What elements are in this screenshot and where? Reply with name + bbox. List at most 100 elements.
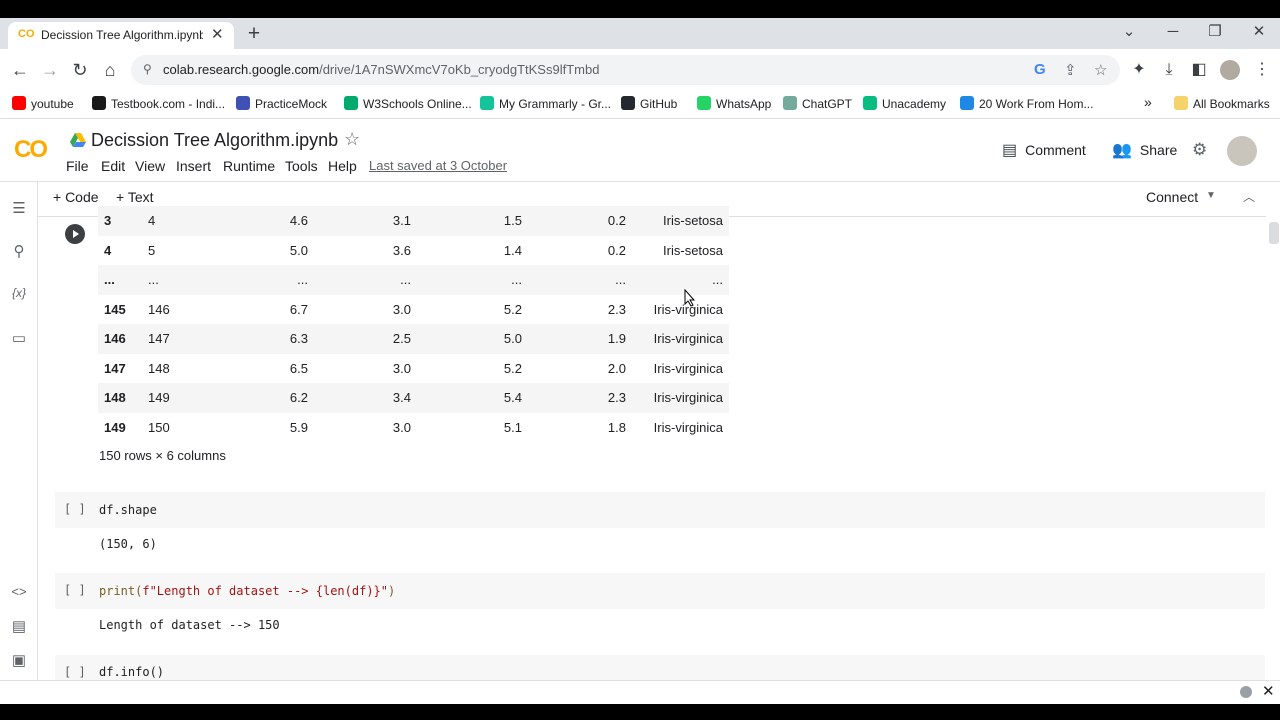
table-row: 4 5 5.0 3.6 1.4 0.2 Iris-setosa — [98, 236, 729, 266]
google-drive-icon[interactable] — [70, 133, 86, 147]
status-close-icon[interactable]: ✕ — [1262, 682, 1275, 700]
table-cell: 146 — [148, 301, 170, 317]
all-bookmarks-folder[interactable]: All Bookmarks — [1174, 95, 1270, 113]
colab-logo[interactable]: CO — [14, 136, 48, 164]
back-arrow-icon[interactable]: ← — [8, 57, 32, 83]
connect-runtime-button[interactable]: Connect — [1146, 189, 1198, 205]
code-snippets-icon[interactable]: <> — [9, 584, 29, 599]
bookmark-item[interactable]: PracticeMock — [236, 95, 327, 113]
add-code-cell-button[interactable]: + Code — [53, 189, 99, 205]
table-cell: 150 — [148, 419, 170, 435]
code-cell[interactable]: [ ] — [55, 492, 1265, 528]
site-info-icon[interactable]: ⚲ — [143, 62, 152, 76]
comment-button[interactable]: ▤ Comment — [1002, 140, 1086, 162]
side-panel-icon[interactable]: ◧ — [1187, 59, 1211, 81]
browser-menu-icon[interactable]: ⋮ — [1250, 59, 1274, 81]
status-bar — [0, 680, 1280, 705]
bookmark-item[interactable]: ChatGPT — [783, 95, 852, 113]
cell-run-bracket[interactable]: [ ] — [64, 502, 86, 516]
user-avatar[interactable] — [1227, 136, 1257, 166]
status-indicator-icon[interactable] — [1240, 686, 1252, 698]
window-close-button[interactable]: ✕ — [1244, 20, 1274, 44]
bookmark-star-icon[interactable]: ☆ — [1094, 61, 1107, 79]
chevron-up-icon[interactable]: ︿ — [1243, 188, 1255, 205]
tab-close-icon[interactable]: ✕ — [211, 25, 224, 43]
row-index: 146 — [98, 324, 148, 354]
bookmarks-bar: youtube Testbook.com - Indi... PracticeMoc… — [0, 91, 1280, 119]
minimize-button[interactable]: ─ — [1158, 20, 1188, 44]
bookmark-item[interactable]: youtube — [12, 95, 74, 113]
share-button[interactable]: 👥 Share — [1112, 140, 1177, 162]
bookmark-item[interactable]: GitHub — [621, 95, 677, 113]
cell-run-bracket[interactable]: [ ] — [64, 583, 86, 597]
menu-edit[interactable]: Edit — [101, 158, 125, 174]
forward-arrow-icon[interactable]: → — [38, 57, 62, 83]
table-cell: 6.3 — [182, 324, 308, 354]
variables-icon[interactable]: {x} — [9, 286, 29, 300]
table-cell: 2.0 — [607, 360, 626, 376]
row-index: 4 — [104, 242, 112, 258]
table-cell: 1.8 — [607, 419, 626, 435]
table-cell: 1.9 — [522, 324, 626, 354]
table-row: 145 146 6.7 3.0 5.2 2.3 Iris-virginica — [98, 295, 729, 325]
table-of-contents-icon[interactable]: ☰ — [9, 199, 29, 217]
row-index: 3 — [98, 206, 148, 236]
address-bar[interactable]: ⚲ colab.research.google.com/drive/1A7nSW… — [131, 55, 1120, 85]
menu-insert[interactable]: Insert — [176, 158, 211, 174]
bookmark-item[interactable]: Testbook.com - Indi... — [92, 95, 225, 113]
terminal-icon[interactable]: ▣ — [9, 651, 29, 669]
star-icon[interactable]: ☆ — [344, 129, 360, 150]
table-cell: 149 — [148, 383, 182, 413]
bookmark-item[interactable]: WhatsApp — [697, 95, 771, 113]
whatsapp-icon — [697, 96, 711, 110]
new-tab-button[interactable]: + — [244, 22, 264, 46]
reload-icon[interactable]: ↻ — [68, 57, 92, 83]
bookmark-item[interactable]: Unacademy — [863, 95, 946, 113]
menu-file[interactable]: File — [66, 158, 89, 174]
table-cell: 5.0 — [289, 242, 308, 258]
share-page-icon[interactable]: ⇪ — [1064, 61, 1077, 79]
command-palette-icon[interactable]: ▤ — [9, 617, 29, 635]
bookmarks-overflow-icon[interactable]: » — [1144, 93, 1152, 111]
files-folder-icon[interactable]: ▭ — [9, 329, 29, 347]
table-cell: 2.3 — [607, 301, 626, 317]
bookmark-item[interactable]: W3Schools Online... — [344, 95, 472, 113]
google-lens-icon[interactable]: G — [1034, 61, 1046, 78]
table-cell: 3.0 — [392, 419, 411, 435]
notebook-title[interactable]: Decission Tree Algorithm.ipynb — [91, 130, 338, 151]
restore-button[interactable]: ❐ — [1200, 20, 1230, 44]
scrollbar-track[interactable] — [1266, 216, 1280, 680]
add-text-cell-button[interactable]: + Text — [116, 189, 154, 205]
scrollbar-thumb[interactable] — [1269, 222, 1279, 244]
menu-view[interactable]: View — [135, 158, 165, 174]
cell-run-bracket[interactable]: [ ] — [64, 665, 86, 679]
last-saved-link[interactable]: Last saved at 3 October — [369, 158, 507, 173]
menu-runtime[interactable]: Runtime — [223, 158, 275, 174]
table-cell: ... — [308, 265, 411, 295]
downloads-icon[interactable]: ⤓ — [1157, 59, 1181, 81]
run-cell-button[interactable] — [65, 224, 85, 244]
bookmark-item[interactable]: My Grammarly - Gr... — [480, 95, 611, 113]
table-cell: 1.4 — [503, 242, 522, 258]
code-line[interactable]: df.shape — [99, 503, 157, 517]
bookmark-item[interactable]: 20 Work From Hom... — [960, 95, 1093, 113]
tab-search-chevron-icon[interactable]: ⌄ — [1114, 20, 1144, 44]
chatgpt-icon — [783, 96, 797, 110]
menu-tools[interactable]: Tools — [285, 158, 318, 174]
code-line[interactable]: print(f"Length of dataset --> {len(df)}"… — [99, 584, 395, 598]
table-cell: 5 — [148, 242, 156, 258]
browser-tab[interactable]: CO Decission Tree Algorithm.ipynb ✕ — [8, 22, 234, 49]
row-index: 148 — [98, 383, 148, 413]
profile-avatar[interactable] — [1220, 60, 1240, 80]
table-cell: ... — [522, 265, 626, 295]
menu-help[interactable]: Help — [328, 158, 357, 174]
extensions-icon[interactable]: ✦ — [1127, 59, 1151, 81]
settings-gear-icon[interactable]: ⚙ — [1192, 140, 1207, 160]
code-cell[interactable]: [ ] — [55, 655, 1265, 680]
table-cell: 4.6 — [182, 206, 308, 236]
caret-down-icon[interactable]: ▼ — [1206, 190, 1216, 201]
search-icon[interactable]: ⚲ — [9, 242, 29, 260]
code-line[interactable]: df.info() — [99, 665, 164, 679]
home-icon[interactable]: ⌂ — [98, 57, 122, 83]
table-cell: 2.5 — [308, 324, 411, 354]
